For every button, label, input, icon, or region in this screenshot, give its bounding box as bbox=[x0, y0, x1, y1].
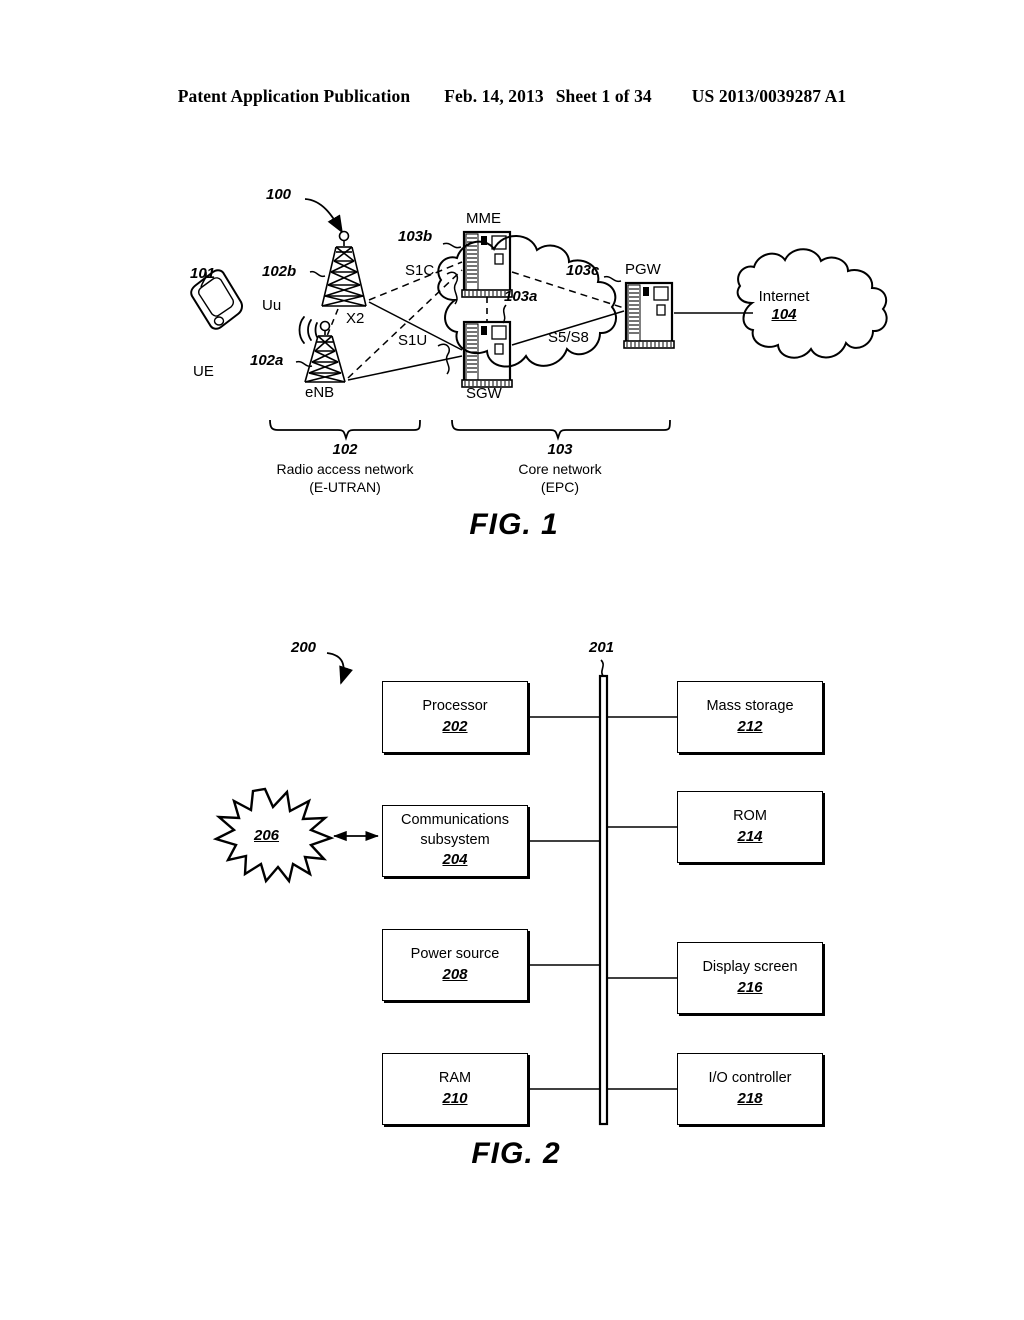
block-communications-subsystem[interactable]: Communications subsystem 204 bbox=[382, 805, 528, 877]
fig1-ue-ref: 101 bbox=[190, 265, 216, 282]
header-sheet: Sheet 1 of 34 bbox=[555, 86, 652, 106]
fig1-group-ran-line2: (E-UTRAN) bbox=[309, 478, 381, 495]
fig1-enb-label: eNB bbox=[305, 384, 335, 401]
fig1-mme-label: MME bbox=[466, 210, 501, 227]
block-power-source-num: 208 bbox=[442, 965, 468, 983]
block-communications-subsystem-label-2: subsystem bbox=[420, 831, 490, 848]
block-rom-label: ROM bbox=[733, 808, 767, 825]
fig2-network-ref: 206 bbox=[254, 827, 280, 844]
fig1-pgw-label: PGW bbox=[625, 261, 661, 278]
fig1-enb-b-ref: 102b bbox=[262, 263, 297, 280]
block-communications-subsystem-num: 204 bbox=[442, 851, 468, 869]
fig1-ue-label: UE bbox=[193, 363, 214, 380]
fig1-group-core-num: 103 bbox=[547, 441, 573, 458]
fig2-caption: FIG. 2 bbox=[471, 1137, 561, 1170]
block-ram[interactable]: RAM 210 bbox=[382, 1053, 528, 1125]
fig1-group-core-line2: (EPC) bbox=[540, 478, 580, 495]
fig1-pgw-ref: 103c bbox=[566, 262, 600, 279]
fig1-s1u-label: S1U bbox=[398, 332, 428, 349]
fig1-s5s8-label: S5/S8 bbox=[548, 329, 589, 346]
block-processor[interactable]: Processor 202 bbox=[382, 681, 528, 753]
block-mass-storage-label: Mass storage bbox=[706, 698, 794, 715]
block-io-controller[interactable]: I/O controller 218 bbox=[677, 1053, 823, 1125]
block-display-screen[interactable]: Display screen 216 bbox=[677, 942, 823, 1014]
header-docnum: US 2013/0039287 A1 bbox=[691, 86, 847, 106]
block-processor-label: Processor bbox=[422, 698, 488, 715]
block-mass-storage[interactable]: Mass storage 212 bbox=[677, 681, 823, 753]
fig1-enb-a-ref: 102a bbox=[250, 352, 284, 369]
block-io-controller-label: I/O controller bbox=[708, 1070, 792, 1087]
block-power-source-label: Power source bbox=[410, 946, 500, 963]
fig2-system-ref: 200 bbox=[291, 639, 317, 656]
fig1-internet-ref: 104 bbox=[771, 306, 797, 323]
header-date: Feb. 14, 2013 bbox=[444, 86, 544, 106]
page-header: Patent Application Publication Feb. 14, 2… bbox=[0, 86, 1024, 107]
block-rom-num: 214 bbox=[737, 827, 763, 845]
block-communications-subsystem-label-1: Communications bbox=[401, 812, 509, 829]
block-mass-storage-num: 212 bbox=[737, 717, 763, 735]
block-power-source[interactable]: Power source 208 bbox=[382, 929, 528, 1001]
fig1-internet-label: Internet bbox=[758, 288, 810, 305]
block-ram-num: 210 bbox=[442, 1089, 468, 1107]
header-publication: Patent Application Publication bbox=[177, 86, 411, 106]
fig1-group-ran-num: 102 bbox=[332, 441, 358, 458]
fig1-system-ref: 100 bbox=[266, 186, 292, 203]
block-processor-num: 202 bbox=[442, 717, 468, 735]
fig1-group-core-line1: Core network bbox=[518, 460, 602, 477]
fig1-sgw-ref: 103a bbox=[504, 288, 538, 305]
fig2-bus-ref: 201 bbox=[589, 639, 615, 656]
fig1-mme-ref: 103b bbox=[398, 228, 433, 245]
fig1-group-core: 103 Core network (EPC) bbox=[518, 440, 601, 496]
fig1-caption: FIG. 1 bbox=[469, 508, 559, 541]
fig1-sgw-label: SGW bbox=[466, 385, 502, 402]
fig1-group-ran-line1: Radio access network bbox=[276, 460, 414, 477]
fig1-s1c-label: S1C bbox=[405, 262, 435, 279]
block-display-screen-label: Display screen bbox=[702, 959, 798, 976]
fig1-uu-label: Uu bbox=[262, 297, 282, 314]
block-io-controller-num: 218 bbox=[737, 1089, 763, 1107]
block-rom[interactable]: ROM 214 bbox=[677, 791, 823, 863]
fig1-x2-label: X2 bbox=[346, 310, 365, 327]
fig1-group-ran: 102 Radio access network (E-UTRAN) bbox=[277, 440, 414, 496]
block-ram-label: RAM bbox=[438, 1070, 472, 1087]
patent-page: Patent Application Publication Feb. 14, 2… bbox=[0, 0, 1024, 1320]
block-display-screen-num: 216 bbox=[737, 978, 763, 996]
